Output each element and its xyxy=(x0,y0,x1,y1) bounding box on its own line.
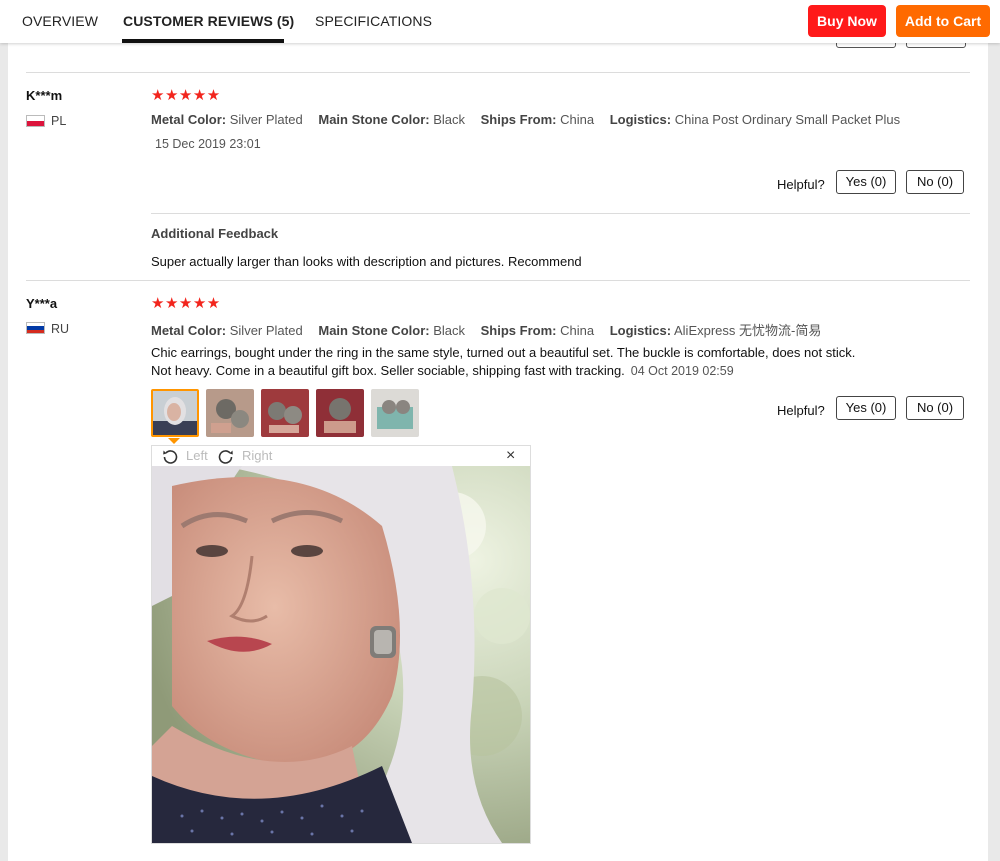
flag-ru-icon xyxy=(26,322,45,334)
attr-value: Silver Plated xyxy=(229,112,303,127)
attr-value: China Post Ordinary Small Packet Plus xyxy=(674,112,901,127)
attr-key: Logistics: xyxy=(609,112,672,127)
review-attributes: Metal Color: Silver Plated Main Stone Co… xyxy=(151,320,833,339)
attr-value: Black xyxy=(433,323,465,338)
flag-pl-icon xyxy=(26,115,45,127)
review-text: Chic earrings, bought under the ring in … xyxy=(151,344,871,380)
review-photo-thumbnail[interactable] xyxy=(261,389,309,437)
photo-viewer-toolbar: Left Right × xyxy=(152,446,530,466)
tab-specifications[interactable]: SPECIFICATIONS xyxy=(315,13,432,29)
selected-thumbnail-pointer xyxy=(168,438,180,444)
additional-feedback-text: Super actually larger than looks with de… xyxy=(151,254,582,269)
attr-key: Ships From: xyxy=(480,112,557,127)
attr-value: China xyxy=(560,323,595,338)
attr-key: Main Stone Color: xyxy=(318,112,430,127)
review-body: Chic earrings, bought under the ring in … xyxy=(151,345,856,378)
attr-key: Logistics: xyxy=(609,323,672,338)
rotate-right-icon[interactable] xyxy=(218,447,234,464)
attr-key: Ships From: xyxy=(480,323,557,338)
tab-customer-reviews[interactable]: CUSTOMER REVIEWS (5) xyxy=(123,13,294,29)
attr-key: Metal Color: xyxy=(151,323,227,338)
attr-value: Black xyxy=(433,112,465,127)
rotate-right-label[interactable]: Right xyxy=(242,448,272,463)
attr-value: Silver Plated xyxy=(229,323,303,338)
close-icon[interactable]: × xyxy=(506,447,515,465)
add-to-cart-button[interactable]: Add to Cart xyxy=(896,5,990,37)
review-photo-thumbnail[interactable] xyxy=(151,389,199,437)
additional-feedback-title: Additional Feedback xyxy=(151,226,279,241)
reviewer-name: Y***a xyxy=(26,296,58,311)
review-photo-thumbnail[interactable] xyxy=(371,389,419,437)
review-date: 15 Dec 2019 23:01 xyxy=(155,137,261,151)
active-tab-indicator xyxy=(122,39,284,43)
reviewer-name: K***m xyxy=(26,88,63,103)
rotate-left-icon[interactable] xyxy=(162,447,178,464)
review-photo-thumbnail[interactable] xyxy=(316,389,364,437)
tab-overview[interactable]: OVERVIEW xyxy=(22,13,98,29)
review-divider xyxy=(26,72,970,73)
reviewer-country: PL xyxy=(51,114,67,128)
helpful-yes-button[interactable]: Yes (0) xyxy=(836,170,896,194)
attr-key: Main Stone Color: xyxy=(318,323,430,338)
buy-now-button[interactable]: Buy Now xyxy=(808,5,886,37)
helpful-yes-button[interactable]: Yes (0) xyxy=(836,396,896,420)
photo-viewer: Left Right × xyxy=(151,445,531,844)
star-rating: ★★★★★ xyxy=(151,295,221,312)
rotate-left-label[interactable]: Left xyxy=(186,448,208,463)
review-photo-thumbnail[interactable] xyxy=(206,389,254,437)
star-rating: ★★★★★ xyxy=(151,87,221,104)
feedback-divider xyxy=(151,213,970,214)
review-divider xyxy=(26,280,970,281)
review-date: 04 Oct 2019 02:59 xyxy=(630,364,734,378)
helpful-no-button[interactable]: No (0) xyxy=(906,170,964,194)
attr-value: AliExpress 无忧物流-简易 xyxy=(674,323,822,338)
product-tab-bar: OVERVIEW CUSTOMER REVIEWS (5) SPECIFICAT… xyxy=(0,0,1000,43)
attr-key: Metal Color: xyxy=(151,112,227,127)
helpful-label: Helpful? xyxy=(777,177,825,192)
reviewer-country: RU xyxy=(51,322,70,336)
review-photo-large xyxy=(152,466,530,843)
helpful-label: Helpful? xyxy=(777,403,825,418)
helpful-no-button[interactable]: No (0) xyxy=(906,396,964,420)
review-attributes: Metal Color: Silver Plated Main Stone Co… xyxy=(151,112,912,127)
attr-value: China xyxy=(560,112,595,127)
